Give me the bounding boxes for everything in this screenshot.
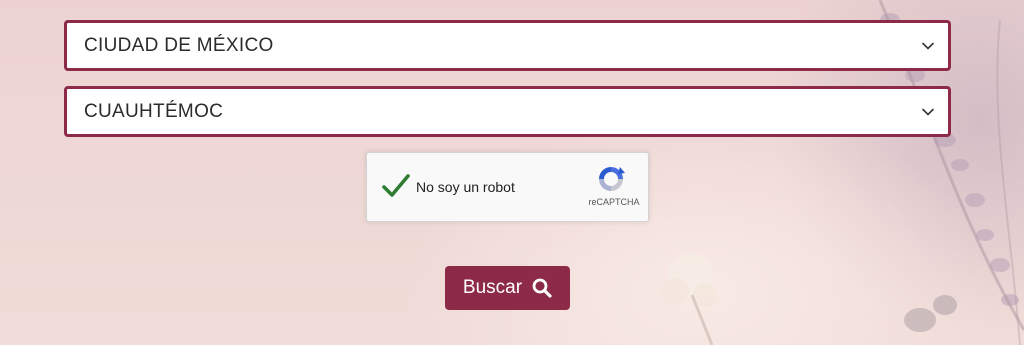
state-select[interactable]: CIUDAD DE MÉXICO [64,20,951,71]
recaptcha-logo-icon [599,167,625,191]
recaptcha-brand: reCAPTCHA [588,197,640,207]
checkmark-icon[interactable] [381,171,411,201]
search-button[interactable]: Buscar [445,266,570,310]
municipality-select-value: CUAUHTÉMOC [84,100,224,122]
state-select-value: CIUDAD DE MÉXICO [84,34,274,56]
recaptcha-widget: No soy un robot reCAPTCHA [366,152,649,222]
search-icon [532,278,552,298]
search-button-label: Buscar [462,277,523,298]
municipality-select[interactable]: CUAUHTÉMOC [64,86,951,137]
recaptcha-label: No soy un robot [416,179,515,195]
chevron-down-icon [922,108,934,116]
chevron-down-icon [922,42,934,50]
